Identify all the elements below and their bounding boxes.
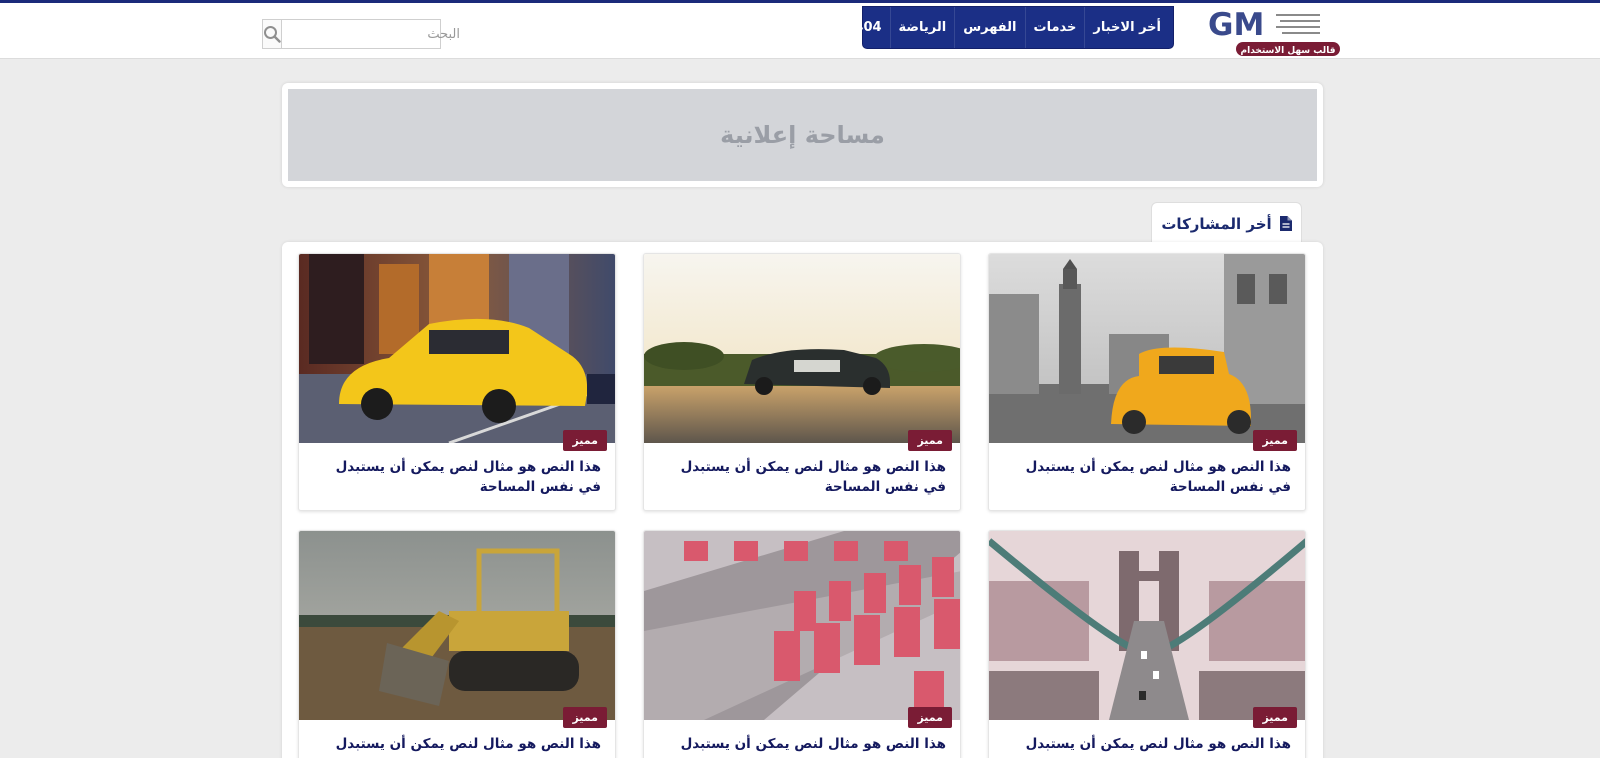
post-card-1[interactable]: مميز هذا النص هو مثال لنص يمكن أن يستبدل…	[988, 253, 1306, 511]
ad-label: مساحة إعلانية	[720, 121, 885, 149]
featured-badge: مميز	[563, 707, 607, 728]
search-input[interactable]	[282, 20, 468, 48]
search-box	[262, 19, 468, 49]
ad-placeholder: مساحة إعلانية	[288, 89, 1317, 181]
nav-item-latest-news[interactable]: أخر الاخبار	[1084, 7, 1169, 48]
featured-badge: مميز	[1253, 707, 1297, 728]
post-thumbnail-street-yellow-hotrod[interactable]	[989, 254, 1306, 443]
search-icon	[264, 26, 281, 43]
tab-latest-posts[interactable]: أخر المشاركات	[1151, 202, 1302, 244]
featured-badge: مميز	[563, 430, 607, 451]
logo-letters: GM	[1208, 7, 1264, 43]
document-icon	[1279, 216, 1292, 231]
post-title[interactable]: هذا النص هو مثال لنص يمكن أن يستبدل في ن…	[656, 457, 946, 497]
post-thumbnail-yellow-bulldozer[interactable]	[299, 531, 616, 720]
post-thumbnail-stadium-red-seats[interactable]	[644, 531, 961, 720]
nav-item-index[interactable]: الفهرس	[954, 7, 1024, 48]
featured-badge: مميز	[908, 707, 952, 728]
post-card-5[interactable]: مميز هذا النص هو مثال لنص يمكن أن يستبدل…	[643, 530, 961, 758]
ad-banner: مساحة إعلانية	[282, 83, 1323, 187]
post-title[interactable]: هذا النص هو مثال لنص يمكن أن يستبدل في ن…	[311, 457, 601, 497]
post-thumbnail-yellow-sports-car[interactable]	[299, 254, 616, 443]
post-thumbnail-tower-bridge[interactable]	[989, 531, 1306, 720]
post-title[interactable]: هذا النص هو مثال لنص يمكن أن يستبدل في ن…	[1001, 457, 1291, 497]
logo-tagline: قالب سهل الاستخدام	[1241, 46, 1336, 56]
post-title[interactable]: هذا النص هو مثال لنص يمكن أن يستبدل في ن…	[311, 734, 601, 758]
post-thumbnail-dark-convertible-sunset[interactable]	[644, 254, 961, 443]
tab-label: أخر المشاركات	[1161, 214, 1272, 233]
featured-badge: مميز	[1253, 430, 1297, 451]
post-card-2[interactable]: مميز هذا النص هو مثال لنص يمكن أن يستبدل…	[643, 253, 961, 511]
post-card-6[interactable]: مميز هذا النص هو مثال لنص يمكن أن يستبدل…	[298, 530, 616, 758]
logo-graphic: GM قالب سهل الاستخدام	[1204, 7, 1340, 56]
nav-item-404[interactable]: 404	[846, 7, 889, 48]
post-title[interactable]: هذا النص هو مثال لنص يمكن أن يستبدل في ن…	[1001, 734, 1291, 758]
site-header: GM قالب سهل الاستخدام أخر الاخبار خدمات …	[0, 3, 1600, 59]
post-card-4[interactable]: مميز هذا النص هو مثال لنص يمكن أن يستبدل…	[988, 530, 1306, 758]
search-button[interactable]	[263, 20, 282, 48]
nav-item-services[interactable]: خدمات	[1024, 7, 1085, 48]
nav-item-sports[interactable]: الرياضة	[889, 7, 955, 48]
post-card-3[interactable]: مميز هذا النص هو مثال لنص يمكن أن يستبدل…	[298, 253, 616, 511]
site-logo[interactable]: GM قالب سهل الاستخدام	[1202, 5, 1340, 57]
post-title[interactable]: هذا النص هو مثال لنص يمكن أن يستبدل في ن…	[656, 734, 946, 758]
featured-badge: مميز	[908, 430, 952, 451]
main-navigation: أخر الاخبار خدمات الفهرس الرياضة 404	[854, 6, 1174, 49]
